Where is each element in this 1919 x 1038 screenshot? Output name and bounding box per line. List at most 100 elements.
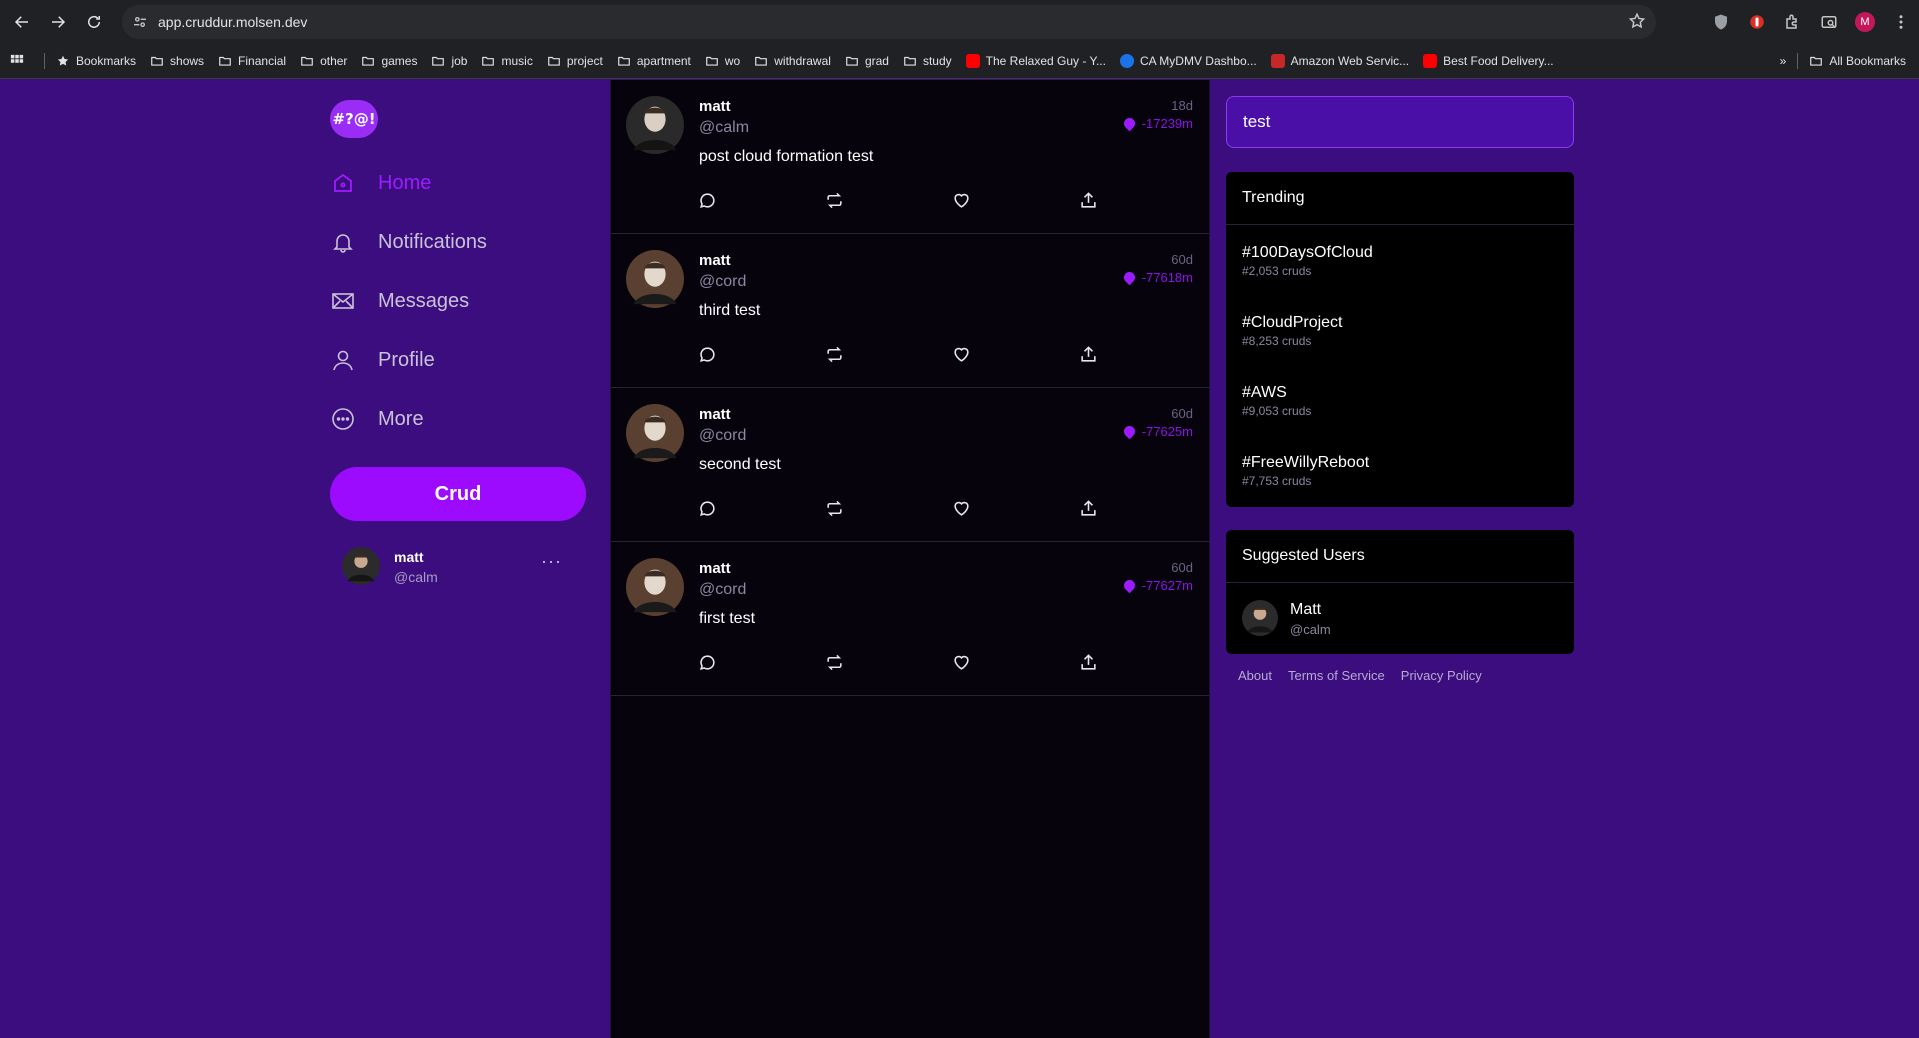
bookmark-bookmarks[interactable]: Bookmarks [49,47,143,75]
bookmark-star-icon[interactable] [1628,12,1646,35]
address-bar[interactable]: app.cruddur.molsen.dev [122,5,1656,39]
envelope-icon [330,288,356,314]
post-author-name[interactable]: matt [699,98,731,115]
search-input[interactable] [1226,96,1574,148]
post-author-handle[interactable]: @cord [699,273,746,291]
post-author-name[interactable]: matt [699,252,731,269]
post-author-name[interactable]: matt [699,406,731,423]
reply-icon[interactable] [695,496,719,520]
folder-icon [151,56,163,66]
trending-item[interactable]: #CloudProject #8,253 cruds [1242,314,1343,348]
bookmark-folder-project[interactable]: project [540,47,610,75]
bookmark-folder-games[interactable]: games [354,47,424,75]
user-menu-icon[interactable]: ··· [541,551,562,572]
share-icon[interactable] [1076,650,1100,674]
cruddur-app: #?@! Home Notifications Messages Profile… [0,80,1919,1038]
post-author-handle[interactable]: @cord [699,427,746,445]
star-icon [57,55,69,66]
reply-icon[interactable] [695,342,719,366]
post-actions [695,188,1096,212]
trending-count: #9,053 cruds [1242,404,1312,418]
expiry-drop-icon [1121,577,1137,594]
reply-icon[interactable] [695,188,719,212]
bookmark-folder-wo[interactable]: wo [698,47,747,75]
bookmark-folder-grad[interactable]: grad [838,47,896,75]
back-icon[interactable] [4,4,40,40]
nav-more[interactable]: More [330,399,424,439]
profile-avatar[interactable]: M [1847,4,1883,40]
bookmark-folder-apartment[interactable]: apartment [610,47,698,75]
folder-icon [846,56,858,66]
forward-icon[interactable] [40,4,76,40]
trending-item[interactable]: #AWS #9,053 cruds [1242,384,1311,418]
terms-link[interactable]: Terms of Service [1288,668,1385,683]
bookmark-relaxed-guy[interactable]: The Relaxed Guy - Y... [959,47,1113,75]
current-user-card[interactable]: matt @calm ··· [342,545,576,589]
share-icon[interactable] [1076,188,1100,212]
avatar [342,547,380,585]
trending-item[interactable]: #FreeWillyReboot #7,753 cruds [1242,454,1369,488]
suggested-user[interactable]: Matt @calm [1242,598,1562,638]
like-heart-icon[interactable] [949,188,973,212]
like-heart-icon[interactable] [949,650,973,674]
suggested-user-handle: @calm [1290,622,1331,637]
trending-card: Trending #100DaysOfCloud #2,053 cruds #C… [1226,172,1574,507]
about-link[interactable]: About [1238,668,1272,683]
folder-icon [301,56,313,66]
share-icon[interactable] [1076,496,1100,520]
bookmark-folder-job[interactable]: job [424,47,474,75]
cruddur-logo[interactable]: #?@! [330,100,380,140]
nav-profile[interactable]: Profile [330,340,435,380]
bookmark-mydmv[interactable]: CA MyDMV Dashbo... [1113,47,1264,75]
youtube-icon [1423,54,1438,68]
browser-menu-icon[interactable] [1883,4,1919,40]
feed-post[interactable]: matt @calm post cloud formation test 18d… [611,80,1209,234]
bookmarks-overflow-icon[interactable]: » [1773,47,1794,75]
bookmark-food-delivery[interactable]: Best Food Delivery... [1416,47,1560,75]
current-user-name: matt [394,549,424,565]
url-text[interactable]: app.cruddur.molsen.dev [158,14,307,30]
bookmark-folder-withdrawal[interactable]: withdrawal [747,47,838,75]
trending-tag: #FreeWillyReboot [1242,454,1370,471]
reload-icon[interactable] [76,4,112,40]
privacy-link[interactable]: Privacy Policy [1401,668,1482,683]
suggested-user-name: Matt [1290,601,1322,618]
bookmark-folder-music[interactable]: music [474,47,539,75]
post-author-handle[interactable]: @cord [699,581,746,599]
tab-search-icon[interactable] [1811,4,1847,40]
aws-icon [1270,54,1285,68]
feed-post[interactable]: matt @cord first test 60d -77627m [611,542,1209,696]
bookmark-folder-study[interactable]: study [896,47,959,75]
post-message: first test [699,610,756,627]
nav-home[interactable]: Home [330,163,431,203]
share-icon[interactable] [1076,342,1100,366]
post-author-handle[interactable]: @calm [699,119,749,137]
feed-post[interactable]: matt @cord third test 60d -77618m [611,234,1209,388]
bookmark-folder-financial[interactable]: Financial [211,47,293,75]
feed-post[interactable]: matt @cord second test 60d -77625m [611,388,1209,542]
nav-messages[interactable]: Messages [330,281,469,321]
shield-extension-icon[interactable] [1703,4,1739,40]
browser-toolbar: app.cruddur.molsen.dev M [0,0,1919,44]
apps-grid-icon[interactable] [0,47,40,75]
reply-icon[interactable] [695,650,719,674]
youtube-icon [965,54,980,68]
bell-icon [330,229,356,255]
repost-icon[interactable] [822,188,846,212]
extensions-puzzle-icon[interactable] [1775,4,1811,40]
post-author-name[interactable]: matt [699,560,731,577]
repost-icon[interactable] [822,496,846,520]
site-info-icon[interactable] [126,8,154,36]
bookmark-aws[interactable]: Amazon Web Servic... [1264,47,1417,75]
crud-button[interactable]: Crud [330,467,586,521]
bookmark-folder-shows[interactable]: shows [143,47,211,75]
like-heart-icon[interactable] [949,342,973,366]
bookmark-folder-other[interactable]: other [293,47,354,75]
nav-notifications[interactable]: Notifications [330,222,487,262]
red-extension-icon[interactable] [1739,4,1775,40]
all-bookmarks[interactable]: All Bookmarks [1802,47,1913,75]
trending-item[interactable]: #100DaysOfCloud #2,053 cruds [1242,244,1373,278]
repost-icon[interactable] [822,342,846,366]
like-heart-icon[interactable] [949,496,973,520]
repost-icon[interactable] [822,650,846,674]
